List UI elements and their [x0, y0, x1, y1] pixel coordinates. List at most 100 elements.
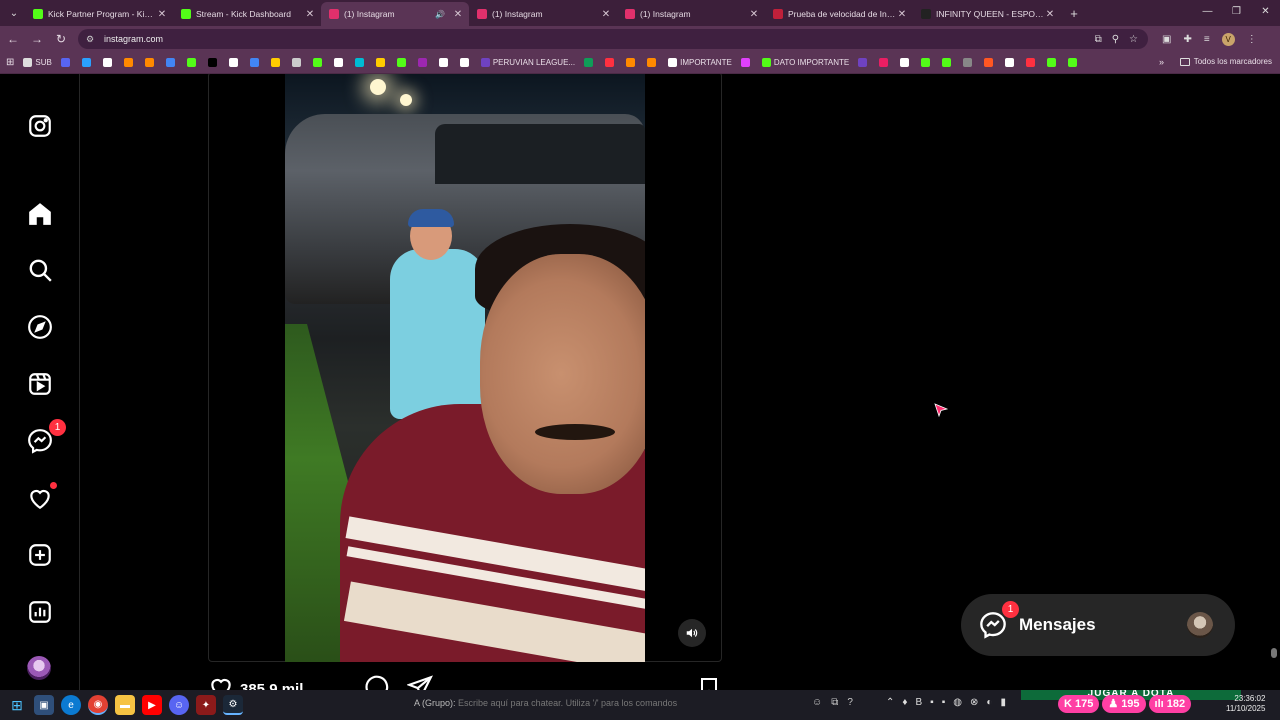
bookmark-item[interactable]: PERUVIAN LEAGUE... — [480, 58, 575, 67]
bookmark-item[interactable] — [921, 58, 933, 67]
bookmark-item[interactable] — [123, 58, 136, 67]
tray-app-icon[interactable]: ♦ — [902, 697, 907, 708]
chrome-browser-icon[interactable]: ◉ — [88, 695, 108, 715]
bookmarks-overflow-button[interactable]: » — [1159, 57, 1164, 67]
create-post-icon[interactable] — [26, 541, 54, 569]
profile-avatar[interactable]: V — [1221, 32, 1235, 46]
new-tab-button[interactable]: + — [1065, 6, 1083, 21]
tray-app-icon[interactable]: ▮ — [1000, 697, 1006, 708]
bookmark-item[interactable] — [605, 58, 617, 67]
minimize-button[interactable]: — — [1193, 0, 1222, 26]
tray-app-icon[interactable]: ▪ — [930, 697, 934, 708]
windows-start-icon[interactable]: ⊞ — [7, 695, 27, 715]
bookmark-item[interactable] — [333, 58, 346, 67]
save-bookmark-icon[interactable] — [697, 676, 721, 690]
tab-audio-icon[interactable]: 🔊 — [435, 10, 445, 19]
bookmark-item[interactable] — [438, 58, 451, 67]
bookmark-item[interactable] — [417, 58, 430, 67]
bookmark-item[interactable] — [375, 58, 388, 67]
bookmark-item[interactable] — [186, 58, 199, 67]
volume-icon[interactable] — [678, 619, 706, 647]
discord-icon[interactable]: ☺ — [169, 695, 189, 715]
bookmark-item[interactable] — [942, 58, 954, 67]
profile-avatar-icon[interactable] — [27, 656, 51, 680]
back-button[interactable]: ← — [2, 32, 24, 46]
site-info-icon[interactable]: ⚙ — [86, 34, 96, 45]
bookmark-item[interactable] — [1005, 58, 1017, 67]
browser-tab[interactable]: Kick Partner Program - Kick Da ✕ — [25, 2, 173, 26]
bookmark-item[interactable] — [396, 58, 409, 67]
media-controls-icon[interactable]: ≡ — [1204, 34, 1210, 45]
bookmark-item[interactable] — [249, 58, 262, 67]
browser-tab[interactable]: (1) Instagram ✕ — [469, 2, 617, 26]
bookmark-item[interactable]: SUB — [23, 58, 52, 67]
desktop-app-icon[interactable]: ▣ — [34, 695, 54, 715]
tray-app-icon[interactable]: ▪ — [942, 697, 946, 708]
bookmark-item[interactable] — [740, 58, 753, 67]
browser-tab[interactable]: (1) Instagram ✕ — [617, 2, 765, 26]
bookmark-item[interactable] — [291, 58, 304, 67]
bookmark-item[interactable] — [312, 58, 325, 67]
bookmark-item[interactable] — [900, 58, 912, 67]
chrome-menu-icon[interactable]: ⋮ — [1247, 34, 1257, 45]
bookmark-item[interactable] — [207, 58, 220, 67]
search-icon[interactable] — [26, 256, 54, 284]
apps-grid-icon[interactable]: ⊞ — [6, 57, 14, 68]
tab-search-menu-icon[interactable]: ⌄ — [3, 3, 25, 23]
like-count[interactable]: 385,9 mil — [240, 681, 303, 691]
reels-icon[interactable] — [26, 370, 54, 398]
explore-compass-icon[interactable] — [26, 313, 54, 341]
file-explorer-icon[interactable]: ▬ — [115, 695, 135, 715]
browser-tab[interactable]: INFINITY QUEEN - ESPORTS FE✕ — [913, 2, 1061, 26]
instagram-logo-icon[interactable] — [26, 112, 54, 140]
browser-tab[interactable]: Stream - Kick Dashboard ✕ — [173, 2, 321, 26]
bookmark-item[interactable] — [963, 58, 975, 67]
comment-icon[interactable] — [363, 674, 389, 690]
maximize-button[interactable]: ❐ — [1222, 0, 1251, 26]
bookmark-item[interactable] — [102, 58, 115, 67]
bookmark-item[interactable] — [626, 58, 638, 67]
bookmark-item[interactable]: IMPORTANTE — [668, 58, 732, 67]
all-bookmarks-button[interactable]: Todos los marcadores — [1179, 57, 1272, 66]
open-in-app-icon[interactable]: ⧉ — [1095, 34, 1102, 45]
chat-attach-icon[interactable]: ⧉ — [831, 697, 838, 708]
bookmark-item[interactable] — [165, 58, 178, 67]
dashboard-stats-icon[interactable] — [26, 598, 54, 626]
notifications-heart-icon[interactable] — [26, 482, 57, 512]
bookmark-item[interactable] — [858, 58, 870, 67]
extensions-icon[interactable]: ✚ — [1183, 34, 1191, 45]
like-heart-icon[interactable] — [208, 674, 234, 690]
system-clock[interactable]: 23:36:02 11/10/2025 — [1226, 694, 1265, 714]
youtube-icon[interactable]: ▶ — [142, 695, 162, 715]
bookmark-item[interactable] — [144, 58, 157, 67]
tab-close-icon[interactable]: ✕ — [453, 9, 463, 20]
zoom-icon[interactable]: ⚲ — [1112, 34, 1119, 45]
dota-icon[interactable]: ✦ — [196, 695, 216, 715]
bookmark-item[interactable] — [984, 58, 996, 67]
emoji-icon[interactable]: ☺ — [812, 697, 822, 708]
bookmark-item[interactable] — [584, 58, 596, 67]
bookmark-item[interactable] — [1068, 58, 1080, 67]
game-chat-line[interactable]: A (Grupo): Escribe aquí para chatear. Ut… — [414, 698, 677, 708]
help-icon[interactable]: ? — [847, 697, 853, 708]
reel-video[interactable] — [285, 74, 645, 662]
tab-close-icon[interactable]: ✕ — [157, 9, 167, 20]
tab-close-icon[interactable]: ✕ — [749, 9, 759, 20]
bookmark-item[interactable] — [459, 58, 472, 67]
tab-close-icon[interactable]: ✕ — [1045, 9, 1055, 20]
share-send-icon[interactable] — [406, 674, 434, 690]
bookmark-item[interactable]: DATO IMPORTANTE — [761, 58, 849, 67]
bookmark-item[interactable] — [647, 58, 659, 67]
reload-button[interactable]: ↻ — [50, 32, 72, 46]
bookmark-item[interactable] — [354, 58, 367, 67]
bookmark-item[interactable] — [1047, 58, 1059, 67]
tab-close-icon[interactable]: ✕ — [305, 9, 315, 20]
bookmark-item[interactable] — [60, 58, 73, 67]
browser-tab[interactable]: (1) Instagram 🔊 ✕ — [321, 2, 469, 26]
edge-browser-icon[interactable]: e — [61, 695, 81, 715]
scrollbar-thumb[interactable] — [1271, 648, 1277, 658]
close-window-button[interactable]: ✕ — [1251, 0, 1280, 26]
bookmark-item[interactable] — [228, 58, 241, 67]
bookmark-star-icon[interactable]: ☆ — [1129, 34, 1138, 45]
tray-app-icon[interactable]: ◍ — [953, 697, 962, 708]
